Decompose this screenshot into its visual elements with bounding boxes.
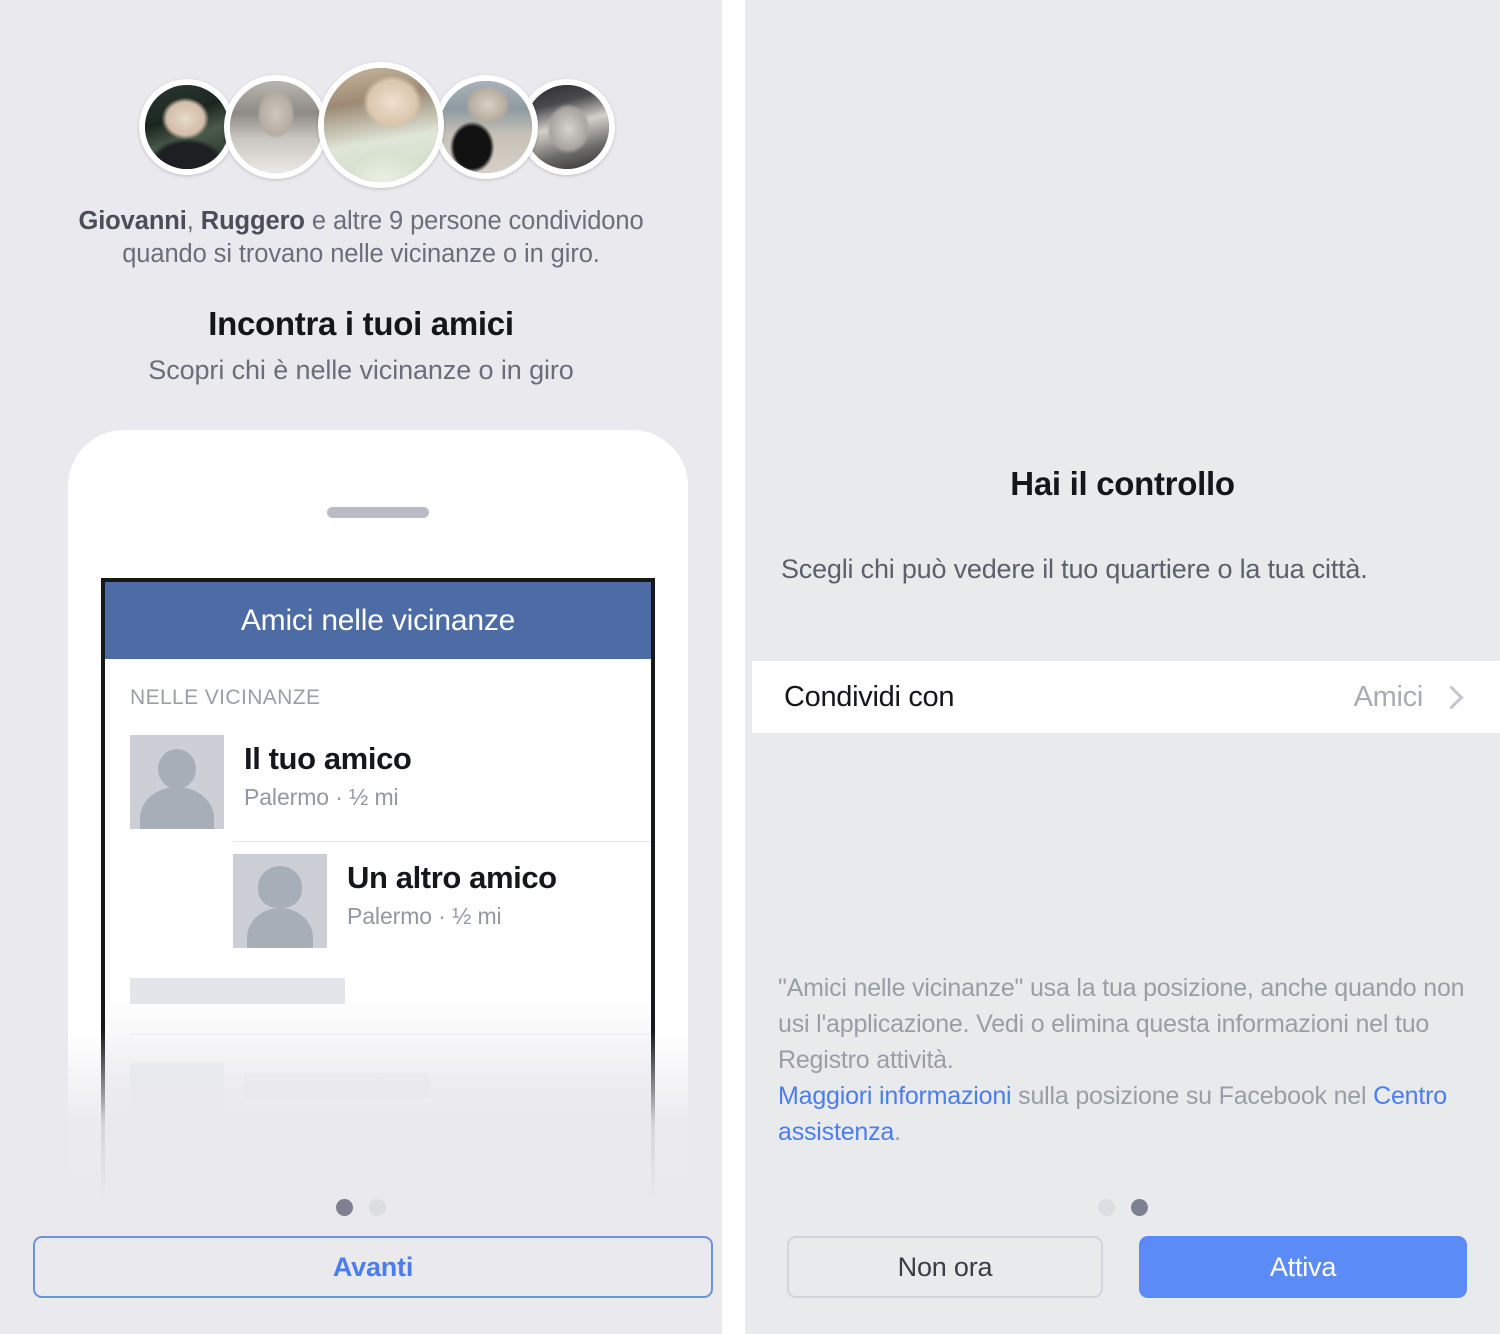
list-item-meta: Palermo · ½ mi xyxy=(347,903,502,929)
right-page-subtitle: Scegli chi può vedere il tuo quartiere o… xyxy=(781,554,1368,584)
skeleton-placeholder-block xyxy=(105,978,651,1157)
more-info-link[interactable]: Maggiori informazioni xyxy=(778,1082,1012,1110)
pagination-dots xyxy=(745,1199,1500,1216)
pagination-dot-1[interactable] xyxy=(1097,1199,1115,1216)
friend-avatar-2 xyxy=(224,75,328,179)
caption-name-1: Giovanni xyxy=(78,207,187,235)
caption-separator: , xyxy=(186,207,201,235)
caption-name-2: Ruggero xyxy=(200,207,305,235)
list-item-name: Il tuo amico xyxy=(244,741,412,776)
right-onboarding-screen: Hai il controllo Scegli chi può vedere i… xyxy=(745,0,1500,1334)
left-onboarding-screen: Giovanni, Ruggero e altre 9 persone cond… xyxy=(0,0,722,1334)
share-with-row[interactable]: Condividi con Amici xyxy=(752,661,1500,733)
male-placeholder-avatar xyxy=(130,735,224,829)
share-with-value: Amici xyxy=(1353,680,1424,713)
app-bar: Amici nelle vicinanze xyxy=(105,582,651,659)
nearby-section-label: NELLE VICINANZE xyxy=(130,686,321,709)
onboarding-screens: Giovanni, Ruggero e altre 9 persone cond… xyxy=(0,0,1500,1334)
activate-button[interactable]: Attiva xyxy=(1139,1236,1467,1298)
friends-sharing-caption: Giovanni, Ruggero e altre 9 persone cond… xyxy=(60,205,662,271)
friend-avatar-1 xyxy=(139,79,235,175)
app-bar-title: Amici nelle vicinanze xyxy=(240,603,516,637)
chevron-right-icon xyxy=(1439,684,1464,710)
legal-tail: . xyxy=(894,1118,901,1146)
pagination-dots xyxy=(0,1199,722,1216)
pagination-dot-1[interactable] xyxy=(336,1199,353,1216)
panel-divider xyxy=(722,0,745,1334)
next-button[interactable]: Avanti xyxy=(33,1236,713,1298)
list-item[interactable]: Un altro amico Palermo · ½ mi xyxy=(233,841,651,960)
legal-paragraph: "Amici nelle vicinanze" usa la tua posiz… xyxy=(778,974,1465,1074)
list-item-meta: Palermo · ½ mi xyxy=(244,784,399,810)
legal-mid-text: sulla posizione su Facebook nel xyxy=(1011,1082,1374,1110)
not-now-button[interactable]: Non ora xyxy=(787,1236,1103,1298)
friend-avatar-3 xyxy=(318,62,444,188)
left-page-subtitle: Scopri chi è nelle vicinanze o in giro xyxy=(148,355,574,385)
pagination-dot-2[interactable] xyxy=(369,1199,386,1216)
right-page-title: Hai il controllo xyxy=(1010,465,1235,502)
phone-speaker-icon xyxy=(327,507,429,518)
list-item[interactable]: Il tuo amico Palermo · ½ mi xyxy=(105,723,651,841)
list-item-name: Un altro amico xyxy=(347,860,557,895)
phone-screen: Amici nelle vicinanze NELLE VICINANZE Il… xyxy=(101,578,655,1200)
friend-avatar-4 xyxy=(434,75,538,179)
share-with-label: Condividi con xyxy=(784,680,955,713)
friends-avatar-cluster xyxy=(0,57,722,188)
left-page-title: Incontra i tuoi amici xyxy=(208,305,514,342)
pagination-dot-2[interactable] xyxy=(1130,1199,1148,1216)
female-placeholder-avatar xyxy=(233,854,327,948)
phone-mockup: Amici nelle vicinanze NELLE VICINANZE Il… xyxy=(68,430,688,1200)
legal-disclaimer: "Amici nelle vicinanze" usa la tua posiz… xyxy=(778,970,1478,1150)
